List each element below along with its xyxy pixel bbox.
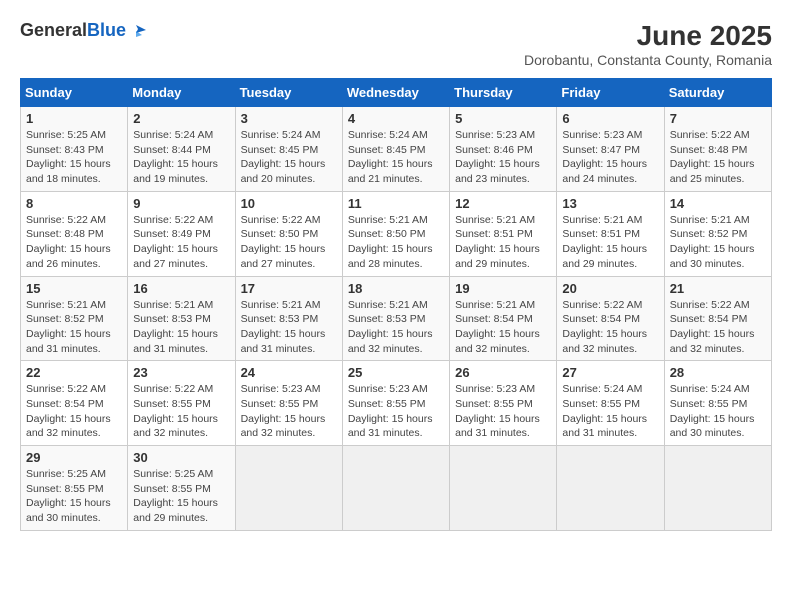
day-cell-21: 21 Sunrise: 5:22 AMSunset: 8:54 PMDaylig… <box>664 276 771 361</box>
day-cell-4: 4 Sunrise: 5:24 AMSunset: 8:45 PMDayligh… <box>342 107 449 192</box>
title-area: June 2025 Dorobantu, Constanta County, R… <box>524 20 772 68</box>
month-year: June 2025 <box>524 20 772 52</box>
day-cell-22: 22 Sunrise: 5:22 AMSunset: 8:54 PMDaylig… <box>21 361 128 446</box>
calendar-header-row: Sunday Monday Tuesday Wednesday Thursday… <box>21 79 772 107</box>
day-cell-11: 11 Sunrise: 5:21 AMSunset: 8:50 PMDaylig… <box>342 191 449 276</box>
logo-bird-icon <box>128 21 148 41</box>
calendar: Sunday Monday Tuesday Wednesday Thursday… <box>20 78 772 531</box>
day-cell-15: 15 Sunrise: 5:21 AMSunset: 8:52 PMDaylig… <box>21 276 128 361</box>
logo-general: General <box>20 20 87 41</box>
day-cell-30: 30 Sunrise: 5:25 AMSunset: 8:55 PMDaylig… <box>128 446 235 531</box>
day-cell-9: 9 Sunrise: 5:22 AMSunset: 8:49 PMDayligh… <box>128 191 235 276</box>
day-cell-18: 18 Sunrise: 5:21 AMSunset: 8:53 PMDaylig… <box>342 276 449 361</box>
week-row-3: 15 Sunrise: 5:21 AMSunset: 8:52 PMDaylig… <box>21 276 772 361</box>
day-cell-10: 10 Sunrise: 5:22 AMSunset: 8:50 PMDaylig… <box>235 191 342 276</box>
week-row-5: 29 Sunrise: 5:25 AMSunset: 8:55 PMDaylig… <box>21 446 772 531</box>
header-wednesday: Wednesday <box>342 79 449 107</box>
day-cell-23: 23 Sunrise: 5:22 AMSunset: 8:55 PMDaylig… <box>128 361 235 446</box>
empty-cell-2 <box>342 446 449 531</box>
empty-cell-5 <box>664 446 771 531</box>
logo-blue-text: Blue <box>87 20 126 41</box>
empty-cell-3 <box>450 446 557 531</box>
header-monday: Monday <box>128 79 235 107</box>
day-cell-1: 1 Sunrise: 5:25 AMSunset: 8:43 PMDayligh… <box>21 107 128 192</box>
header: General Blue June 2025 Dorobantu, Consta… <box>20 20 772 68</box>
day-cell-3: 3 Sunrise: 5:24 AMSunset: 8:45 PMDayligh… <box>235 107 342 192</box>
header-sunday: Sunday <box>21 79 128 107</box>
header-saturday: Saturday <box>664 79 771 107</box>
day-cell-7: 7 Sunrise: 5:22 AMSunset: 8:48 PMDayligh… <box>664 107 771 192</box>
week-row-4: 22 Sunrise: 5:22 AMSunset: 8:54 PMDaylig… <box>21 361 772 446</box>
empty-cell-4 <box>557 446 664 531</box>
day-cell-29: 29 Sunrise: 5:25 AMSunset: 8:55 PMDaylig… <box>21 446 128 531</box>
header-friday: Friday <box>557 79 664 107</box>
week-row-2: 8 Sunrise: 5:22 AMSunset: 8:48 PMDayligh… <box>21 191 772 276</box>
day-cell-5: 5 Sunrise: 5:23 AMSunset: 8:46 PMDayligh… <box>450 107 557 192</box>
day-cell-14: 14 Sunrise: 5:21 AMSunset: 8:52 PMDaylig… <box>664 191 771 276</box>
day-cell-2: 2 Sunrise: 5:24 AMSunset: 8:44 PMDayligh… <box>128 107 235 192</box>
location: Dorobantu, Constanta County, Romania <box>524 52 772 68</box>
day-cell-16: 16 Sunrise: 5:21 AMSunset: 8:53 PMDaylig… <box>128 276 235 361</box>
logo: General Blue <box>20 20 148 41</box>
day-cell-17: 17 Sunrise: 5:21 AMSunset: 8:53 PMDaylig… <box>235 276 342 361</box>
day-cell-20: 20 Sunrise: 5:22 AMSunset: 8:54 PMDaylig… <box>557 276 664 361</box>
week-row-1: 1 Sunrise: 5:25 AMSunset: 8:43 PMDayligh… <box>21 107 772 192</box>
day-cell-25: 25 Sunrise: 5:23 AMSunset: 8:55 PMDaylig… <box>342 361 449 446</box>
day-cell-12: 12 Sunrise: 5:21 AMSunset: 8:51 PMDaylig… <box>450 191 557 276</box>
day-cell-6: 6 Sunrise: 5:23 AMSunset: 8:47 PMDayligh… <box>557 107 664 192</box>
day-cell-28: 28 Sunrise: 5:24 AMSunset: 8:55 PMDaylig… <box>664 361 771 446</box>
day-cell-24: 24 Sunrise: 5:23 AMSunset: 8:55 PMDaylig… <box>235 361 342 446</box>
day-cell-26: 26 Sunrise: 5:23 AMSunset: 8:55 PMDaylig… <box>450 361 557 446</box>
day-cell-19: 19 Sunrise: 5:21 AMSunset: 8:54 PMDaylig… <box>450 276 557 361</box>
day-cell-27: 27 Sunrise: 5:24 AMSunset: 8:55 PMDaylig… <box>557 361 664 446</box>
empty-cell-1 <box>235 446 342 531</box>
header-tuesday: Tuesday <box>235 79 342 107</box>
day-cell-13: 13 Sunrise: 5:21 AMSunset: 8:51 PMDaylig… <box>557 191 664 276</box>
header-thursday: Thursday <box>450 79 557 107</box>
day-cell-8: 8 Sunrise: 5:22 AMSunset: 8:48 PMDayligh… <box>21 191 128 276</box>
